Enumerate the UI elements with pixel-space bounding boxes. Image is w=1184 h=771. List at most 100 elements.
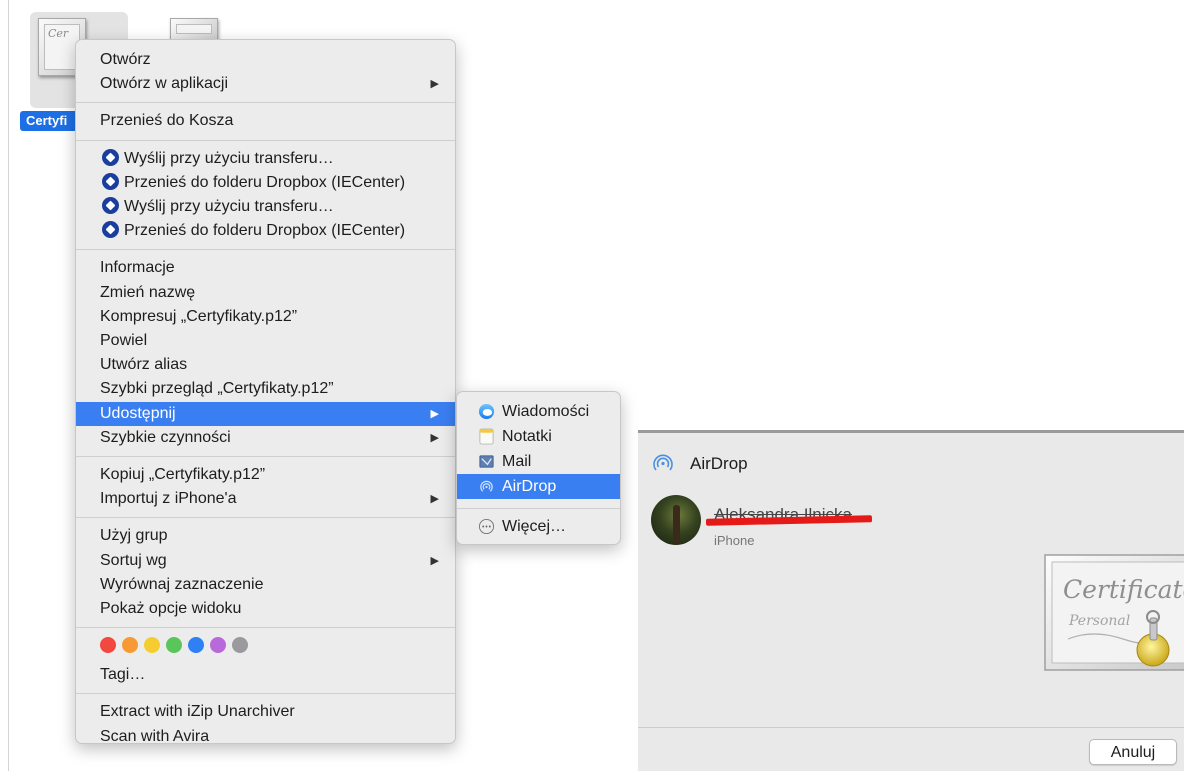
menu-item[interactable]: Utwórz alias bbox=[76, 353, 455, 377]
notes-icon bbox=[479, 428, 494, 445]
share-item-messages[interactable]: Wiadomości bbox=[457, 399, 620, 424]
menu-separator bbox=[76, 139, 455, 141]
menu-item[interactable]: Informacje bbox=[76, 256, 455, 280]
menu-item-label: Powiel bbox=[100, 332, 148, 349]
tag-color-dot[interactable] bbox=[232, 637, 248, 654]
menu-separator bbox=[76, 249, 455, 251]
share-item-more[interactable]: Więcej… bbox=[457, 514, 620, 539]
second-file-icon[interactable] bbox=[170, 18, 218, 40]
menu-item[interactable]: Kompresuj „Certyfikaty.p12” bbox=[76, 305, 455, 329]
menu-item-label: Wyślij przy użyciu transferu… bbox=[124, 149, 334, 167]
menu-item[interactable]: Przenieś do folderu Dropbox (IECenter) bbox=[76, 171, 455, 195]
menu-item-label: Otwórz bbox=[100, 51, 151, 68]
menu-separator bbox=[76, 517, 455, 519]
tag-color-dot[interactable] bbox=[166, 637, 182, 654]
tag-color-dot[interactable] bbox=[188, 637, 204, 654]
cancel-button[interactable]: Anuluj bbox=[1089, 739, 1177, 765]
menu-item[interactable]: Tagi… bbox=[76, 663, 455, 687]
mail-icon bbox=[479, 455, 494, 468]
submenu-arrow-icon: ▶ bbox=[430, 554, 439, 567]
menu-item-label: Przenieś do folderu Dropbox (IECenter) bbox=[124, 222, 406, 240]
certificate-preview-icon: Certificate Personal bbox=[1044, 554, 1184, 671]
menu-item[interactable]: Wyślij przy użyciu transferu… bbox=[76, 195, 455, 219]
tag-color-dot[interactable] bbox=[144, 637, 160, 654]
menu-item[interactable]: Pokaż opcje widoku bbox=[76, 597, 455, 621]
menu-item[interactable]: Wyślij przy użyciu transferu… bbox=[76, 147, 455, 171]
footer-divider bbox=[638, 727, 1184, 728]
menu-item[interactable]: Powiel bbox=[76, 329, 455, 353]
menu-item-label: Otwórz w aplikacji bbox=[100, 75, 229, 93]
menu-item-label: Informacje bbox=[100, 259, 175, 277]
submenu-arrow-icon: ▶ bbox=[430, 407, 439, 420]
menu-item-label: Przenieś do Kosza bbox=[100, 112, 234, 130]
menu-separator bbox=[457, 508, 620, 509]
share-item-notes[interactable]: Notatki bbox=[457, 424, 620, 449]
menu-item[interactable]: Zmień nazwę bbox=[76, 281, 455, 305]
menu-item[interactable]: Szybki przegląd „Certyfikaty.p12” bbox=[76, 377, 455, 401]
menu-item-label: Importuj z iPhone'a bbox=[100, 490, 237, 508]
menu-item[interactable]: Wyrównaj zaznaczenie bbox=[76, 573, 455, 597]
window-edge-divider bbox=[8, 0, 9, 771]
airdrop-share-sheet: AirDrop Aleksandra Ilnicka iPhone Certif… bbox=[638, 430, 1184, 771]
messages-icon bbox=[478, 403, 495, 420]
dropbox-icon bbox=[102, 172, 119, 190]
share-item-label: AirDrop bbox=[502, 478, 557, 495]
airdrop-icon bbox=[480, 480, 493, 492]
menu-item[interactable]: Przenieś do Kosza bbox=[76, 109, 455, 133]
airdrop-icon bbox=[653, 454, 673, 471]
submenu-arrow-icon: ▶ bbox=[430, 78, 439, 91]
dropbox-icon bbox=[102, 148, 119, 166]
menu-item-label: Sortuj wg bbox=[100, 551, 167, 569]
menu-item[interactable]: Szybkie czynności ▶ bbox=[76, 426, 455, 450]
share-item-label: Mail bbox=[502, 453, 532, 470]
airdrop-title: AirDrop bbox=[690, 454, 748, 473]
menu-item[interactable]: Udostępnij ▶ bbox=[76, 401, 455, 426]
menu-item-label: Utwórz alias bbox=[100, 356, 188, 374]
share-item-mail[interactable]: Mail bbox=[457, 449, 620, 474]
tag-color-dot[interactable] bbox=[210, 637, 226, 654]
share-item-label: Notatki bbox=[502, 428, 552, 445]
menu-separator bbox=[76, 693, 455, 695]
context-menu: Otwórz Otwórz w aplikacji ▶ Przenieś do Kos… bbox=[75, 39, 456, 745]
menu-item-label: Scan with Avira bbox=[100, 727, 210, 745]
menu-item-label: Użyj grup bbox=[100, 527, 168, 545]
menu-item-label: Kompresuj „Certyfikaty.p12” bbox=[100, 307, 298, 325]
menu-item[interactable]: Importuj z iPhone'a ▶ bbox=[76, 487, 455, 511]
share-item-airdrop[interactable]: AirDrop bbox=[457, 474, 620, 499]
menu-item[interactable]: Scan with Avira bbox=[76, 725, 455, 749]
menu-item-label: Przenieś do folderu Dropbox (IECenter) bbox=[124, 173, 406, 191]
menu-item[interactable]: Kopiuj „Certyfikaty.p12” bbox=[76, 463, 455, 487]
menu-item[interactable]: Extract with iZip Unarchiver bbox=[76, 700, 455, 724]
share-submenu: Wiadomości Notatki Mail AirDrop Więcej… bbox=[456, 391, 621, 545]
share-item-label: Więcej… bbox=[502, 518, 567, 535]
tag-color-dot[interactable] bbox=[100, 637, 116, 654]
menu-item-label: Tagi… bbox=[100, 666, 146, 684]
submenu-arrow-icon: ▶ bbox=[430, 493, 439, 506]
menu-item-label: Kopiuj „Certyfikaty.p12” bbox=[100, 466, 266, 483]
certificate-script-text: Certificate bbox=[1063, 575, 1184, 604]
menu-item-label: Extract with iZip Unarchiver bbox=[100, 703, 295, 721]
menu-item-label: Udostępnij bbox=[100, 404, 176, 422]
menu-item[interactable]: Użyj grup bbox=[76, 524, 455, 548]
menu-item-label: Wyrównaj zaznaczenie bbox=[100, 575, 264, 593]
device-avatar[interactable] bbox=[651, 495, 701, 545]
share-item-label: Wiadomości bbox=[502, 403, 590, 420]
menu-item[interactable]: Przenieś do folderu Dropbox (IECenter) bbox=[76, 219, 455, 243]
more-icon bbox=[478, 518, 495, 535]
file-name-label[interactable]: Certyfi bbox=[20, 111, 80, 131]
menu-separator bbox=[76, 456, 455, 457]
menu-item[interactable]: Otwórz bbox=[76, 48, 455, 72]
tag-color-dot[interactable] bbox=[122, 637, 138, 654]
dropbox-icon bbox=[102, 221, 119, 239]
menu-item[interactable]: Otwórz w aplikacji ▶ bbox=[76, 72, 455, 96]
menu-item-label: Szybki przegląd „Certyfikaty.p12” bbox=[100, 380, 334, 398]
certificate-script-text: Personal bbox=[1068, 613, 1130, 629]
menu-separator bbox=[76, 102, 455, 104]
menu-item-label: Zmień nazwę bbox=[100, 283, 196, 301]
device-type: iPhone bbox=[714, 533, 755, 548]
submenu-arrow-icon: ▶ bbox=[430, 431, 439, 444]
menu-item[interactable]: Sortuj wg ▶ bbox=[76, 549, 455, 573]
dropbox-icon bbox=[102, 197, 119, 214]
menu-item-label: Pokaż opcje widoku bbox=[100, 600, 242, 617]
menu-item-label: Szybkie czynności bbox=[100, 428, 231, 446]
